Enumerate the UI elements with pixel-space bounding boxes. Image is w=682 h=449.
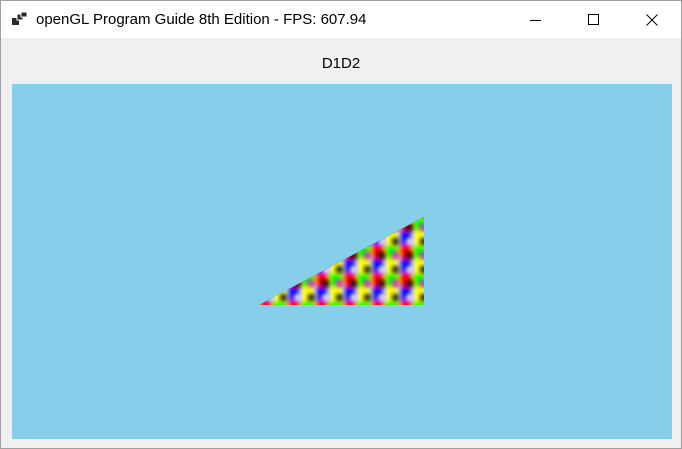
viewport-scene	[259, 217, 424, 305]
close-icon	[646, 13, 658, 26]
app-window: openGL Program Guide 8th Edition - FPS: …	[0, 0, 682, 449]
app-windows-icon	[12, 11, 28, 27]
opengl-viewport[interactable]	[12, 84, 672, 439]
textured-triangle	[259, 217, 424, 305]
maximize-button[interactable]	[565, 1, 623, 38]
minimize-icon	[530, 14, 542, 26]
client-label: D1D2	[321, 55, 361, 72]
minimize-button[interactable]	[507, 1, 565, 38]
window-title: openGL Program Guide 8th Edition - FPS: …	[36, 11, 367, 28]
close-button[interactable]	[623, 1, 681, 38]
title-bar[interactable]: openGL Program Guide 8th Edition - FPS: …	[1, 1, 681, 38]
maximize-icon	[588, 13, 600, 26]
